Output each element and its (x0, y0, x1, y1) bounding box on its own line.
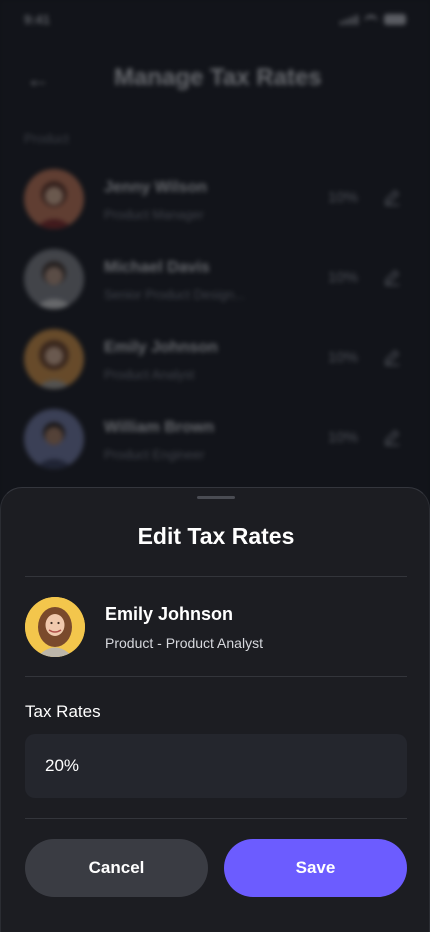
cancel-button[interactable]: Cancel (25, 839, 208, 897)
employee-role: Product - Product Analyst (105, 635, 263, 651)
tax-rates-label: Tax Rates (25, 702, 101, 721)
sheet-title: Edit Tax Rates (137, 523, 295, 549)
sheet-drag-handle[interactable] (197, 496, 235, 499)
divider (25, 576, 407, 577)
tax-rates-input[interactable] (25, 734, 407, 798)
employee-avatar (25, 597, 85, 657)
employee-name: Emily Johnson (105, 604, 234, 624)
edit-tax-rates-sheet: Edit Tax Rates Emily Johnson Product - P… (0, 487, 430, 932)
divider (25, 818, 407, 819)
save-button[interactable]: Save (224, 839, 407, 897)
divider (25, 676, 407, 677)
